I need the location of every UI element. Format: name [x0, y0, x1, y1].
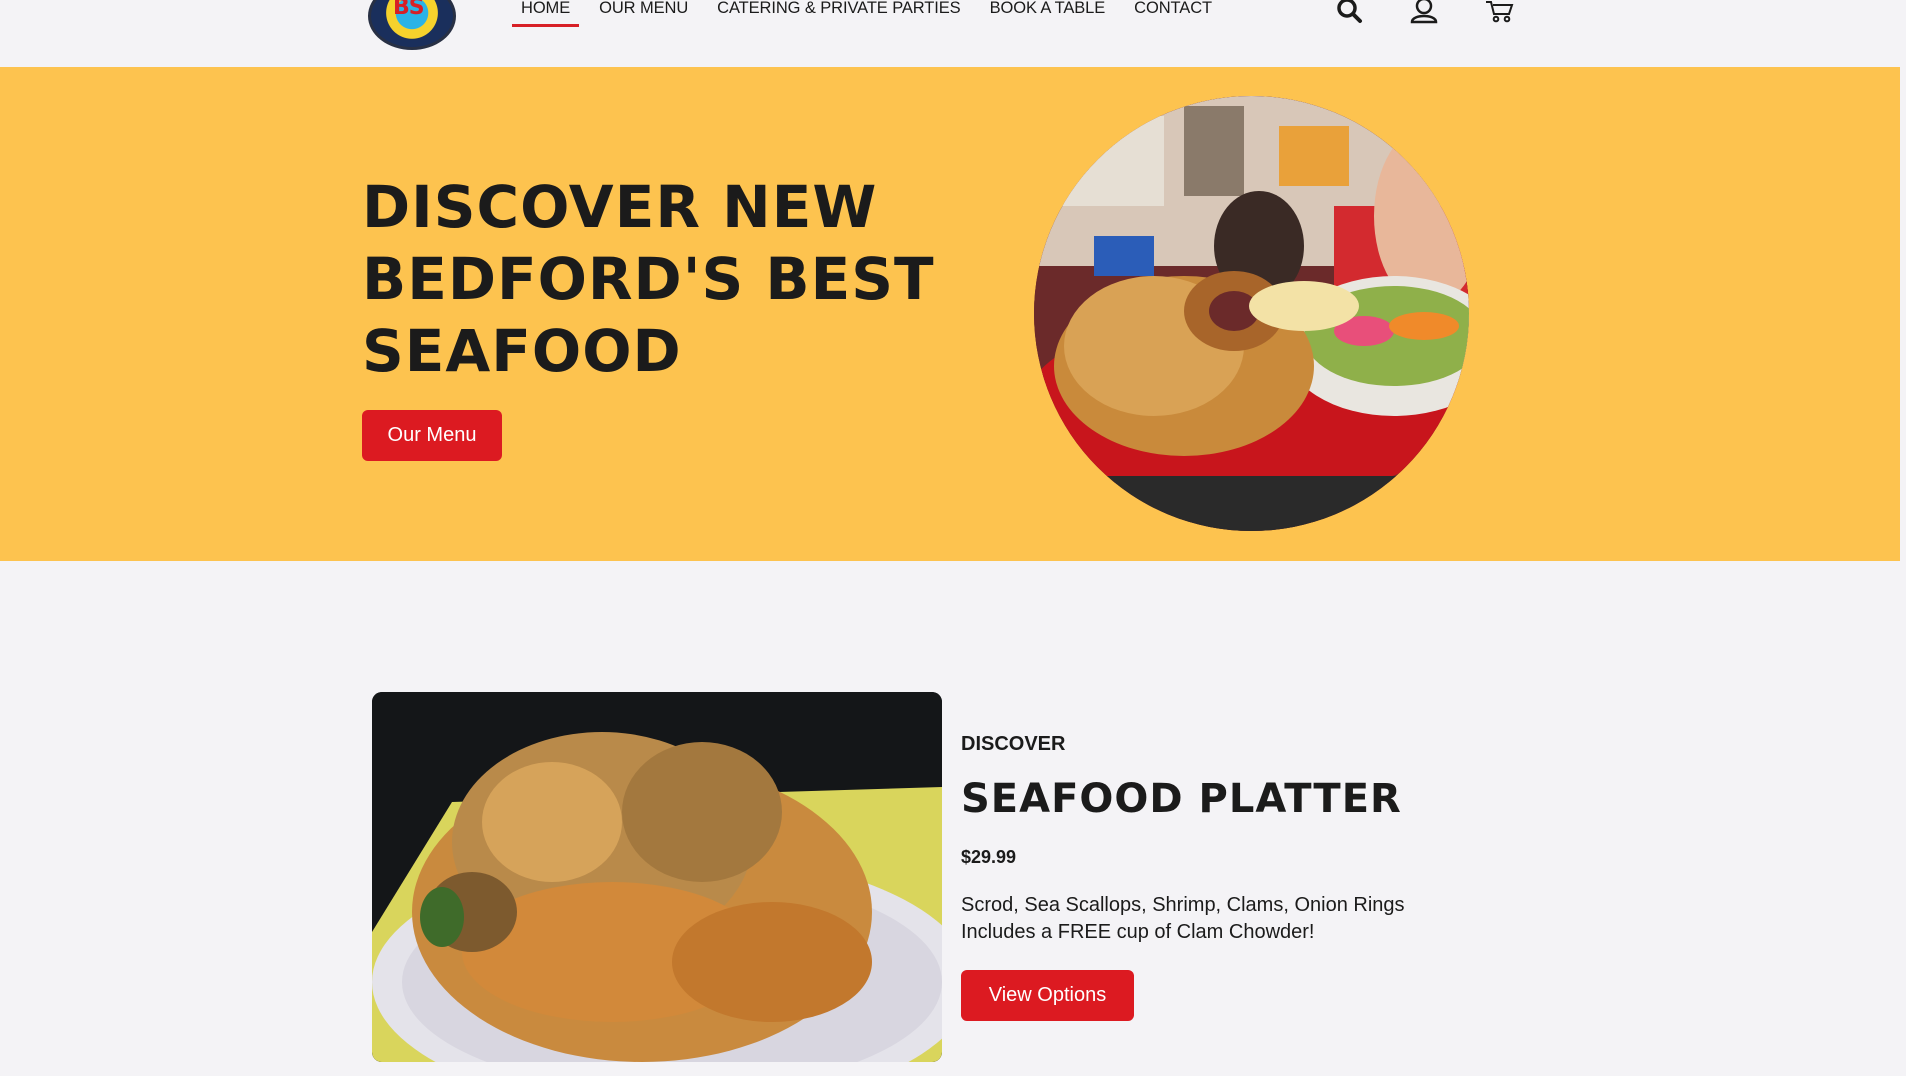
our-menu-button[interactable]: Our Menu: [362, 410, 502, 461]
nav-home[interactable]: HOME: [512, 0, 580, 27]
nav-book-a-table[interactable]: BOOK A TABLE: [981, 0, 1115, 27]
description-line-1: Scrod, Sea Scallops, Shrimp, Clams, Onio…: [961, 894, 1405, 916]
site-header: BS HOME OUR MENU CATERING & PRIVATE PART…: [0, 0, 1906, 67]
main-nav: HOME OUR MENU CATERING & PRIVATE PARTIES…: [512, 0, 1221, 30]
hero-title: DISCOVER NEW BEDFORD'S BEST SEAFOOD: [362, 173, 935, 385]
user-icon[interactable]: [1409, 0, 1439, 24]
cart-icon[interactable]: [1485, 0, 1515, 24]
hero-food-image: [1034, 96, 1469, 531]
product-eyebrow: DISCOVER: [961, 733, 1066, 755]
nav-our-menu[interactable]: OUR MENU: [590, 0, 697, 27]
hero-section: DISCOVER NEW BEDFORD'S BEST SEAFOOD Our …: [0, 67, 1900, 561]
product-price: $29.99: [961, 847, 1017, 867]
product-description: Scrod, Sea Scallops, Shrimp, Clams, Onio…: [961, 892, 1521, 946]
site-logo[interactable]: BS: [368, 0, 456, 50]
nav-catering[interactable]: CATERING & PRIVATE PARTIES: [708, 0, 969, 27]
product-title: SEAFOOD PLATTER: [961, 776, 1402, 822]
view-options-button[interactable]: View Options: [961, 970, 1134, 1021]
nav-contact[interactable]: CONTACT: [1125, 0, 1221, 27]
logo-text: BS: [393, 0, 425, 20]
description-line-2: Includes a FREE cup of Clam Chowder!: [961, 921, 1315, 943]
seafood-platter-image: [372, 692, 942, 1062]
search-icon[interactable]: [1336, 0, 1366, 24]
